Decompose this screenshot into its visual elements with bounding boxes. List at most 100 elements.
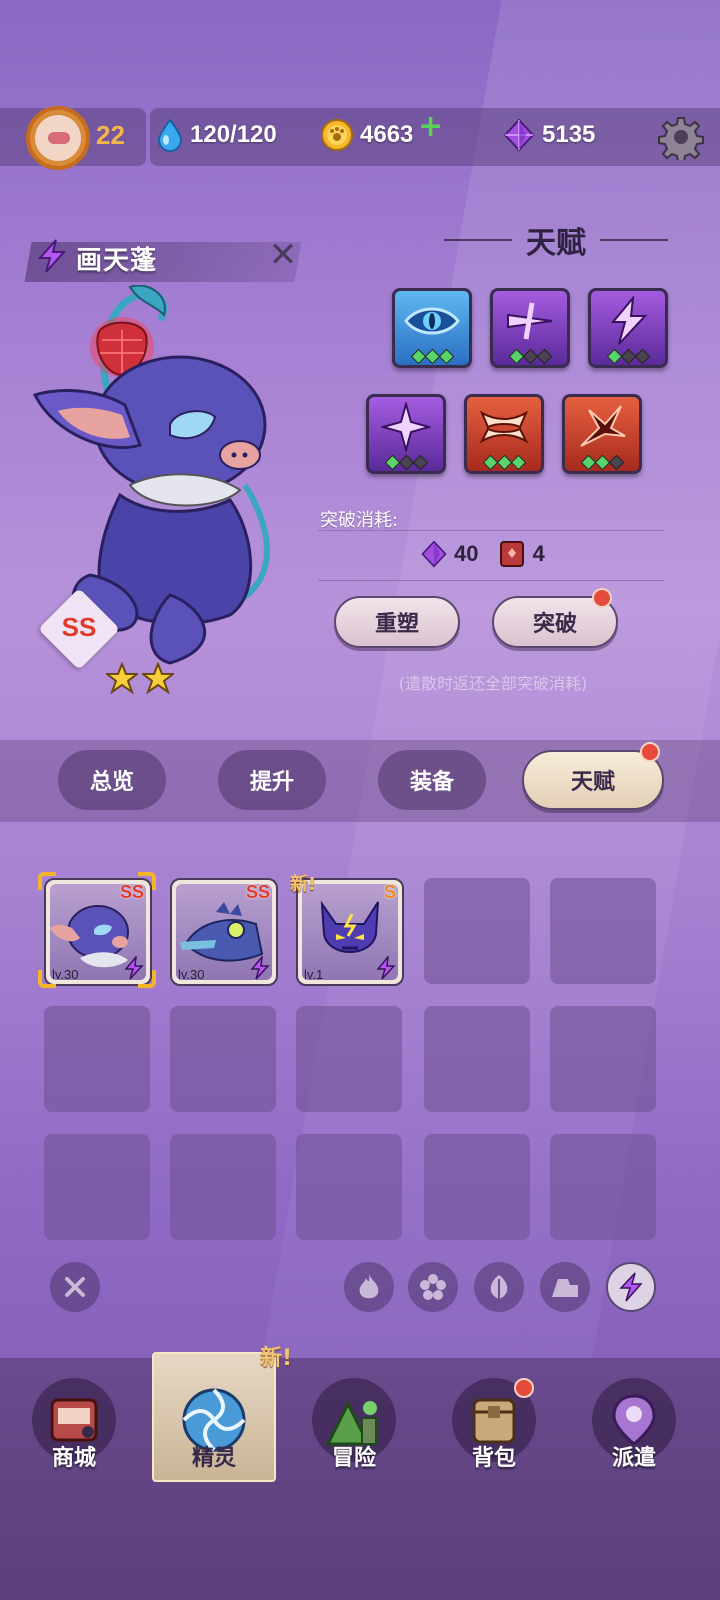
bottom-navigation: 新! 商城 精灵 冒险 背包 派遣 — [0, 1346, 720, 1600]
divider — [318, 580, 664, 581]
energy-resource: 120/120 — [156, 118, 277, 152]
new-badge: 新! — [260, 1346, 293, 1371]
empty-slot — [44, 1134, 150, 1240]
rock-icon — [552, 1279, 578, 1297]
talent-title: 天赋 — [526, 226, 586, 261]
fang-icon — [467, 397, 541, 457]
lightning-icon — [591, 291, 665, 351]
nav-label: 精灵 — [191, 1446, 236, 1471]
gear-icon[interactable] — [658, 114, 704, 163]
detail-tab-bar: 总览 提升 装备 天赋 — [0, 740, 720, 822]
card-rank: SS — [245, 882, 270, 902]
gem-cost: 40 — [420, 540, 478, 568]
creature-rank: SS — [61, 612, 97, 642]
skill-level-pips — [395, 348, 469, 365]
empty-slot — [550, 878, 656, 984]
selection-corner — [138, 872, 156, 890]
gem-resource: 5135 — [502, 118, 595, 152]
roster-card[interactable]: SS lv.30 — [170, 878, 278, 986]
creature-name-row: 画天蓬 — [34, 238, 157, 278]
empty-slot — [550, 1006, 656, 1112]
tab-upgrade[interactable]: 提升 — [218, 750, 326, 810]
coin-icon — [320, 118, 354, 152]
nav-backpack[interactable]: 背包 — [434, 1378, 554, 1488]
selection-corner — [38, 872, 56, 890]
filter-rock[interactable] — [540, 1262, 590, 1312]
ornament-left — [444, 239, 512, 241]
add-coins-icon[interactable]: + — [418, 112, 443, 142]
energy-value: 120/120 — [190, 121, 277, 148]
lightning-icon — [619, 1272, 643, 1302]
empty-slot — [170, 1006, 276, 1112]
notification-dot — [592, 588, 612, 608]
talent-skill-sparkle[interactable] — [366, 394, 446, 474]
roster-card[interactable]: SS lv.30 — [44, 878, 152, 986]
book-cost-value: 4 — [532, 541, 545, 566]
burst-icon — [565, 397, 639, 457]
empty-slot — [424, 1134, 530, 1240]
creature-name: 画天蓬 — [76, 245, 158, 276]
leaf-icon — [490, 1275, 508, 1299]
nav-label: 冒险 — [331, 1446, 376, 1471]
flower-icon — [420, 1274, 446, 1300]
filter-fire[interactable] — [344, 1262, 394, 1312]
talent-skill-slash[interactable] — [490, 288, 570, 368]
gem-cost-value: 40 — [454, 541, 479, 566]
lightning-icon — [34, 238, 70, 278]
eye-icon — [395, 291, 469, 351]
card-rank: S — [383, 882, 396, 902]
tab-overview[interactable]: 总览 — [58, 750, 166, 810]
ornament-right — [600, 239, 668, 241]
reset-button[interactable]: 重塑 — [334, 596, 460, 648]
nav-shop[interactable]: 商城 — [14, 1378, 134, 1488]
skill-level-pips — [493, 348, 567, 365]
empty-slot — [170, 1134, 276, 1240]
gem-icon — [421, 540, 447, 568]
breakthrough-cost-row: 40 4 — [420, 540, 545, 568]
close-icon — [65, 1277, 85, 1297]
card-level: lv.1 — [304, 967, 324, 982]
coin-resource: 4663 — [320, 118, 413, 152]
lightning-icon — [250, 956, 270, 980]
nav-label: 派遣 — [611, 1446, 656, 1471]
clear-filter-button[interactable] — [50, 1262, 100, 1312]
water-drop-icon — [156, 118, 184, 152]
nav-label: 背包 — [471, 1446, 516, 1471]
talent-skill-lightning[interactable] — [588, 288, 668, 368]
nav-dispatch[interactable]: 派遣 — [574, 1378, 694, 1488]
skill-level-pips — [369, 454, 443, 471]
selection-corner — [138, 970, 156, 988]
slash-icon — [493, 291, 567, 351]
filter-lightning[interactable] — [606, 1262, 656, 1312]
nav-spirit[interactable]: 精灵 — [154, 1378, 274, 1488]
dismiss-refund-hint: (遣散时返还全部突破消耗) — [398, 674, 588, 693]
skill-level-pips — [591, 348, 665, 365]
book-cost: 4 — [498, 540, 545, 568]
fire-icon — [359, 1274, 379, 1299]
breakthrough-cost-label: 突破消耗: — [320, 510, 399, 531]
notification-dot — [514, 1378, 534, 1398]
top-resource-bar: 22 120/120 4663 + 5135 — [0, 106, 720, 170]
filter-flower[interactable] — [408, 1262, 458, 1312]
new-badge: 新! — [290, 874, 317, 895]
book-icon — [500, 541, 525, 567]
skill-level-pips — [565, 454, 639, 471]
nav-adventure[interactable]: 冒险 — [294, 1378, 414, 1488]
talent-skill-fang[interactable] — [464, 394, 544, 474]
star-icon — [142, 662, 174, 694]
notification-dot — [640, 742, 660, 762]
tab-equipment[interactable]: 装备 — [378, 750, 486, 810]
player-avatar[interactable] — [26, 106, 90, 170]
coin-value: 4663 — [360, 121, 414, 148]
lightning-icon — [376, 956, 396, 980]
close-icon[interactable]: ✕ — [266, 238, 300, 274]
star-rating — [106, 662, 174, 694]
skill-level-pips — [467, 454, 541, 471]
talent-skill-burst[interactable] — [562, 394, 642, 474]
selection-corner — [38, 970, 56, 988]
filter-leaf[interactable] — [474, 1262, 524, 1312]
talent-skill-eye[interactable] — [392, 288, 472, 368]
card-level: lv.30 — [178, 967, 205, 982]
player-level: 22 — [96, 120, 125, 150]
talent-title-row: 天赋 — [418, 218, 694, 262]
